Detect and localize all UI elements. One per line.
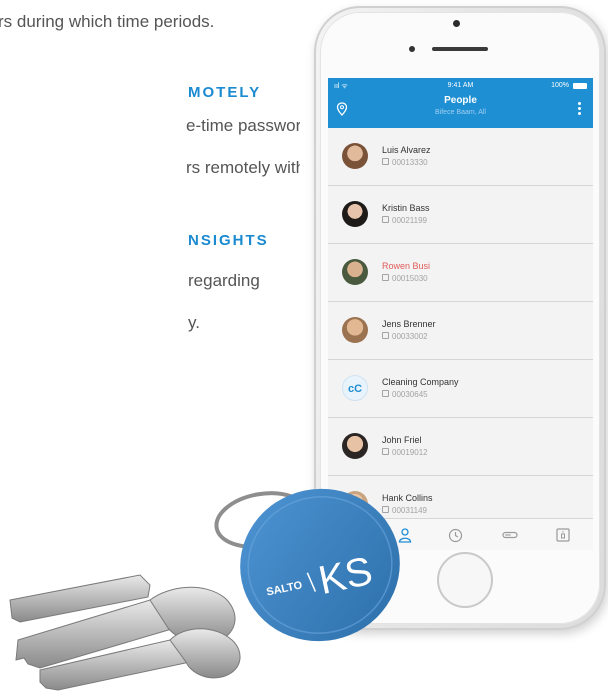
lock-icon bbox=[382, 274, 389, 281]
front-camera bbox=[409, 46, 415, 52]
copy-line: e-time password technology, bbox=[186, 116, 300, 135]
copy-line: y. bbox=[188, 313, 200, 332]
access-point-icon[interactable] bbox=[555, 527, 571, 543]
person-code: 00021199 bbox=[382, 216, 427, 225]
section-heading-remotely: MOTELY bbox=[188, 84, 262, 101]
key-fob: SALTO KS bbox=[240, 488, 400, 642]
person-code: 00015030 bbox=[382, 274, 428, 283]
list-item[interactable]: Jens Brenner 00033002 bbox=[328, 302, 593, 360]
avatar bbox=[342, 433, 368, 459]
home-button[interactable] bbox=[437, 552, 493, 608]
list-item[interactable]: cC Cleaning Company 00030645 bbox=[328, 360, 593, 418]
earpiece-speaker bbox=[432, 47, 488, 51]
copy-line: regarding bbox=[188, 271, 260, 290]
history-icon[interactable] bbox=[447, 527, 463, 543]
battery-percent: 100% bbox=[551, 82, 569, 89]
section-heading-insights: NSIGHTS bbox=[188, 232, 269, 249]
copy-line: rs remotely without a key. bbox=[186, 158, 300, 177]
copy-line: rs during which time periods. bbox=[0, 12, 215, 31]
lock-icon bbox=[382, 332, 389, 339]
company-initials-avatar: cC bbox=[342, 375, 368, 401]
person-name: Luis Alvarez bbox=[382, 145, 431, 155]
person-name: Jens Brenner bbox=[382, 319, 436, 329]
avatar bbox=[342, 317, 368, 343]
keys-illustration: SALTO KS bbox=[9, 488, 400, 691]
person-code: 00030645 bbox=[382, 390, 428, 399]
lock-icon bbox=[382, 158, 389, 165]
person-name: John Friel bbox=[382, 435, 422, 445]
lock-icon bbox=[382, 448, 389, 455]
list-item[interactable]: John Friel 00019012 bbox=[328, 418, 593, 476]
person-name: Cleaning Company bbox=[382, 377, 459, 387]
camera-dot bbox=[453, 20, 460, 27]
page-subtitle: Bifece Baam, All bbox=[435, 109, 486, 116]
list-item[interactable]: Kristin Bass 00021199 bbox=[328, 186, 593, 244]
lock-icon bbox=[382, 216, 389, 223]
person-name: Rowen Busi bbox=[382, 261, 431, 271]
person-code: 00013330 bbox=[382, 158, 428, 167]
key-icon[interactable] bbox=[502, 527, 518, 543]
more-options-icon[interactable] bbox=[578, 102, 581, 115]
list-item[interactable]: Rowen Busi 00015030 bbox=[328, 244, 593, 302]
page-title: People bbox=[444, 95, 477, 106]
avatar bbox=[342, 201, 368, 227]
person-code: 00033002 bbox=[382, 332, 428, 341]
lock-icon bbox=[382, 390, 389, 397]
person-name: Kristin Bass bbox=[382, 203, 430, 213]
battery-icon bbox=[573, 83, 587, 89]
list-item[interactable]: Luis Alvarez 00013330 bbox=[328, 128, 593, 186]
avatar bbox=[342, 259, 368, 285]
person-code: 00019012 bbox=[382, 448, 428, 457]
avatar bbox=[342, 143, 368, 169]
app-header: ııl ᯤ 9:41 AM 100% People Bifece Baam, A… bbox=[328, 78, 593, 128]
